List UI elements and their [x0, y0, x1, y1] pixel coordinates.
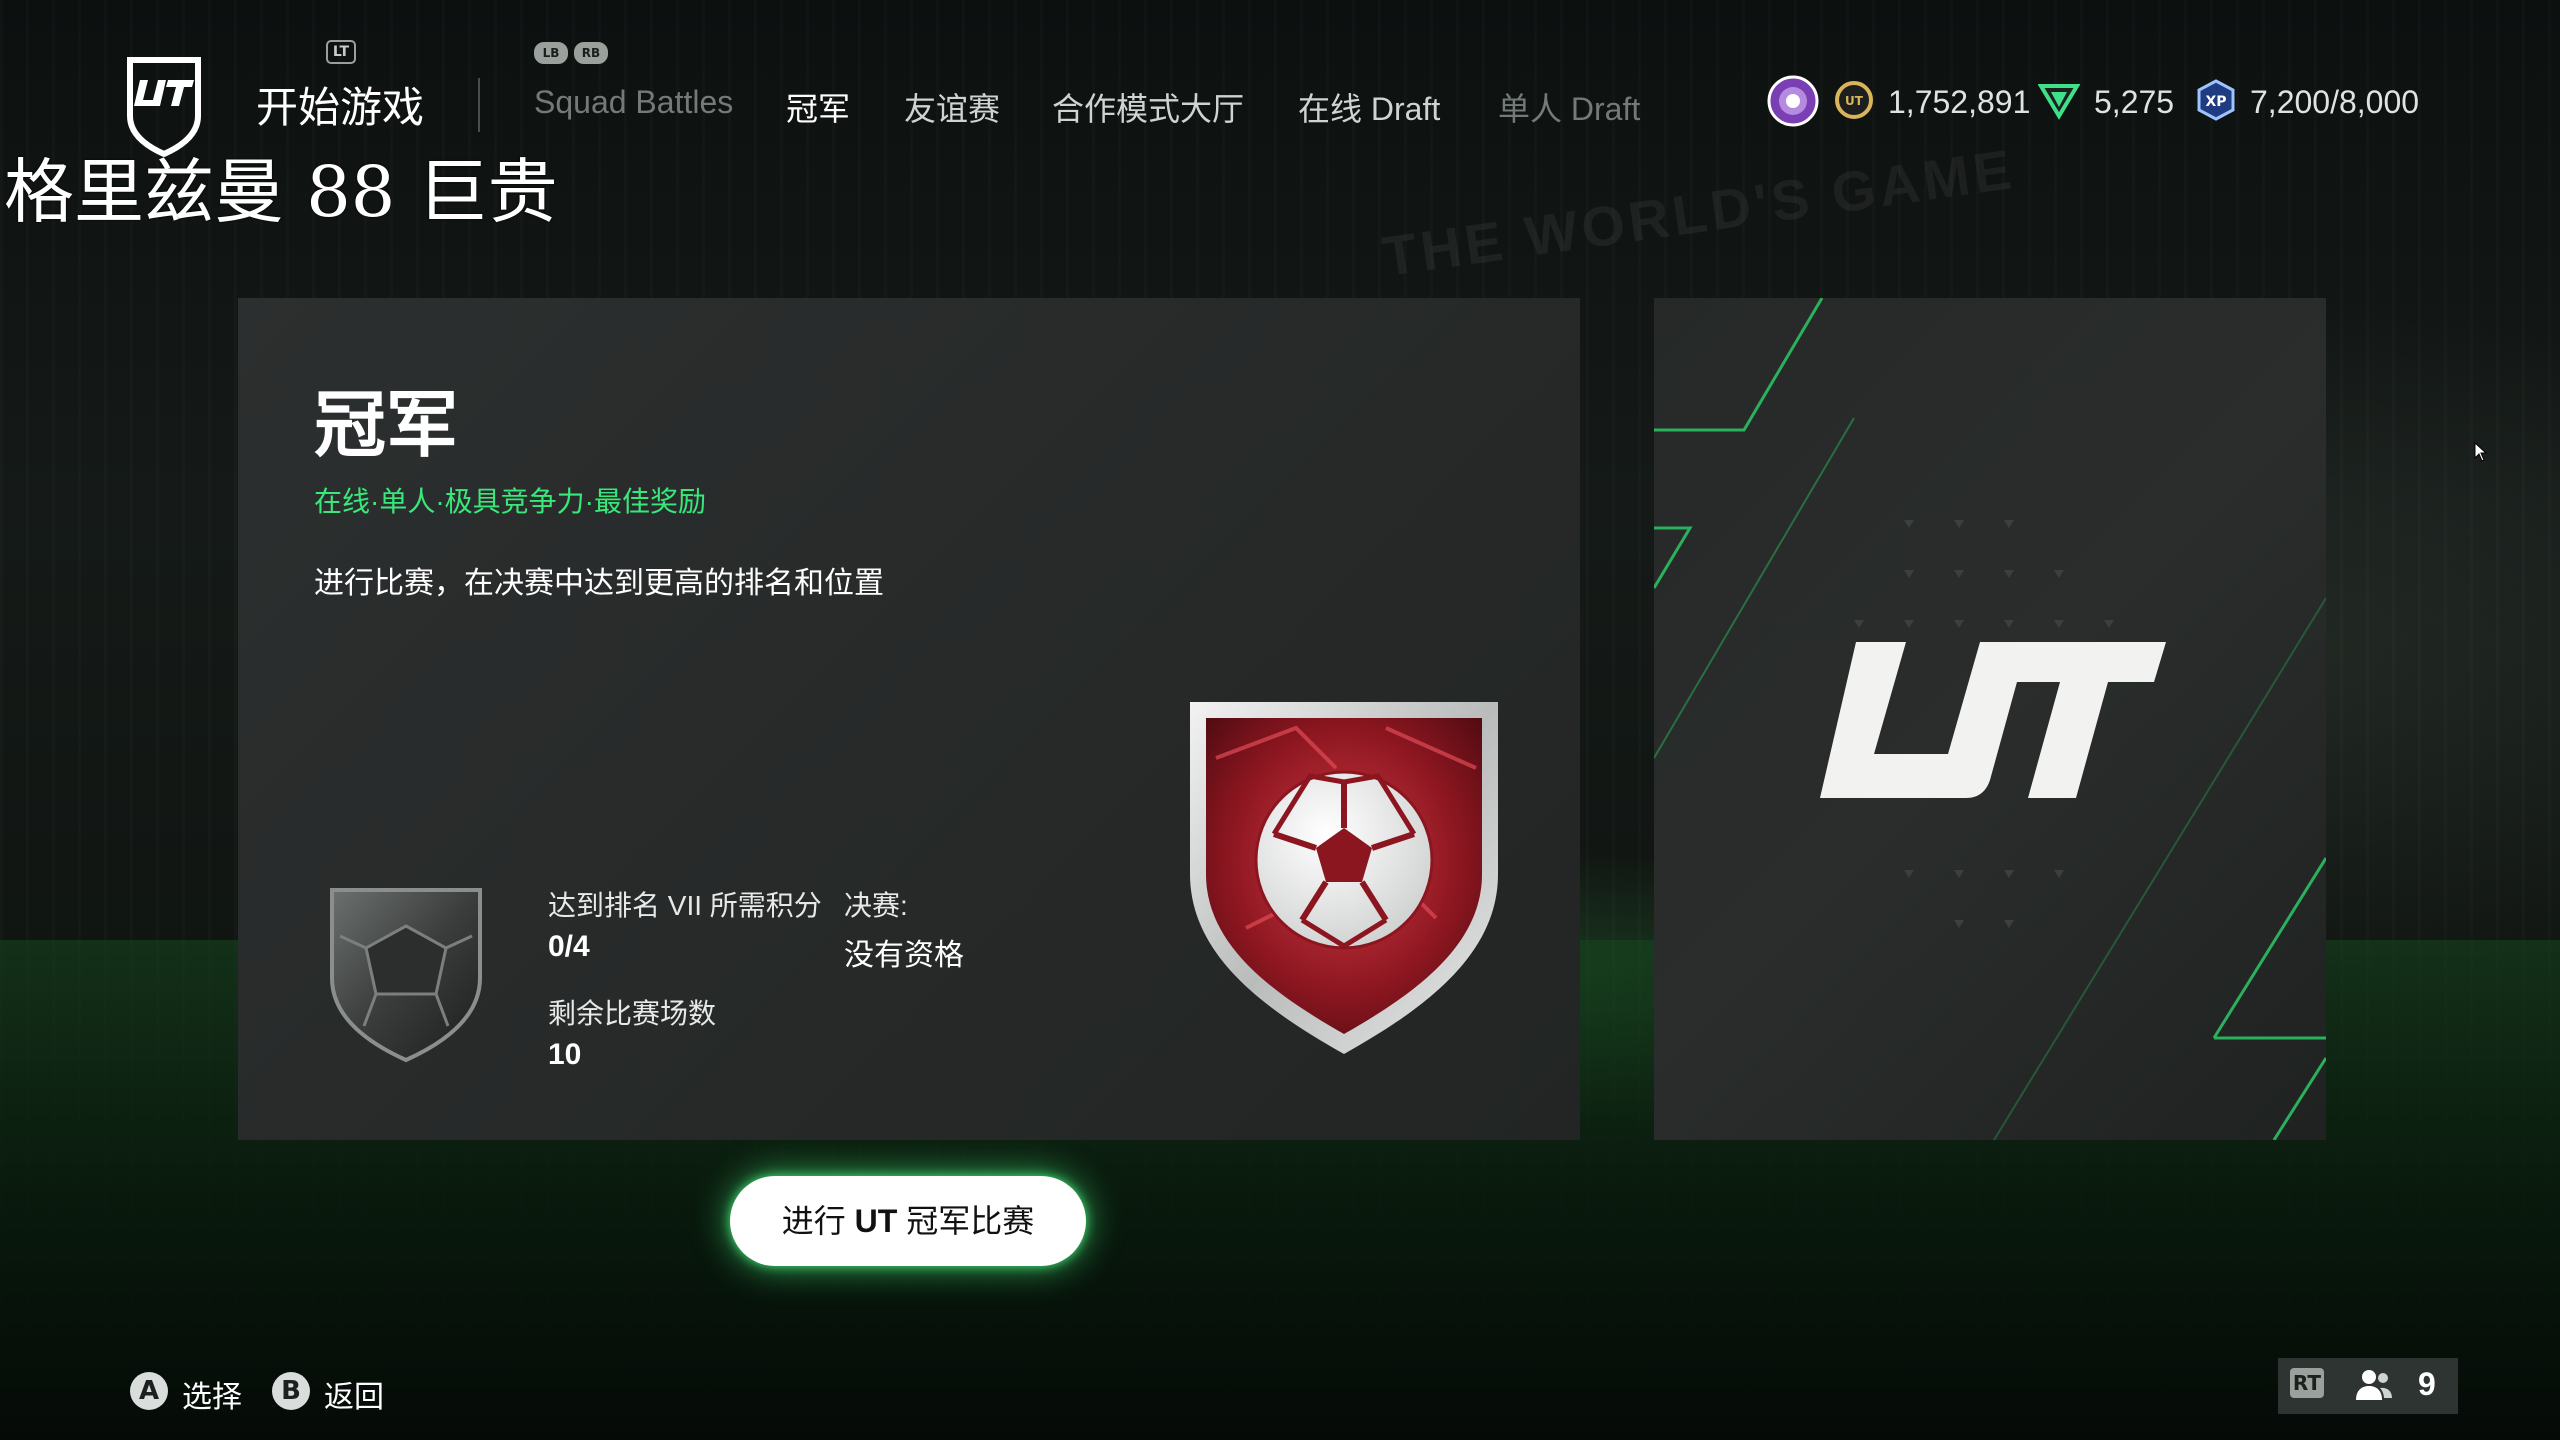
season-badge-icon [1767, 75, 1819, 127]
party-icon [2356, 1370, 2392, 1400]
tab-online-draft[interactable]: 在线 Draft [1298, 84, 1440, 130]
tab-champions[interactable]: 冠军 [786, 84, 850, 130]
tab-friendlies[interactable]: 友谊赛 [904, 84, 1000, 130]
overlay-caption: 格里兹曼 88 巨贵 [4, 151, 558, 233]
rb-button-hint: RB [574, 42, 608, 64]
card-tags: 在线·单人·极具竞争力·最佳奖励 [314, 486, 706, 517]
card-description: 进行比赛，在决赛中达到更高的排名和位置 [314, 567, 884, 600]
select-label: 选择 [182, 1381, 242, 1414]
play-champions-button[interactable]: 进行 UT 冠军比赛 [730, 1176, 1086, 1266]
top-navigation: LT 开始游戏 LB RB Squad Battles 冠军 友谊赛 合作模式大… [0, 0, 2560, 158]
lt-button-hint: LT [326, 40, 356, 64]
tab-squad-battles[interactable]: Squad Battles [534, 84, 733, 121]
cursor-icon [2474, 442, 2488, 462]
party-count: 9 [2418, 1366, 2436, 1402]
play-button-prefix: 进行 [781, 1203, 855, 1239]
tab-single-draft[interactable]: 单人 Draft [1498, 84, 1640, 130]
finals-label: 决赛: [844, 890, 908, 921]
rank-points-value: 0/4 [548, 930, 590, 963]
svg-text:XP: XP [2205, 94, 2226, 110]
points-value: 5,275 [2094, 84, 2175, 120]
xp-value: 7,200/8,000 [2250, 84, 2420, 120]
play-button-suffix: 冠军比赛 [897, 1203, 1035, 1239]
xp-icon: XP [2197, 79, 2235, 121]
ut-wordmark-icon [1820, 642, 2166, 798]
matches-left-label: 剩余比赛场数 [548, 998, 717, 1029]
matches-left-value: 10 [548, 1038, 582, 1071]
points-icon [2038, 84, 2080, 120]
finals-value: 没有资格 [844, 939, 964, 972]
card-title: 冠军 [314, 386, 459, 466]
party-indicator[interactable]: RT 9 [2278, 1358, 2458, 1414]
nav-divider [478, 78, 480, 132]
coin-icon: UT [1835, 81, 1873, 119]
back-label: 返回 [324, 1381, 384, 1414]
champions-trophy-icon [1190, 702, 1498, 1054]
a-button-icon: A [130, 1372, 168, 1410]
svg-text:UT: UT [1845, 94, 1864, 108]
rt-button-hint: RT [2290, 1368, 2324, 1398]
play-button-ut: UT [854, 1203, 898, 1239]
rank-shield-icon [330, 888, 482, 1063]
lb-button-hint: LB [534, 42, 568, 64]
coins-value: 1,752,891 [1888, 84, 2031, 120]
start-game-label[interactable]: 开始游戏 [256, 74, 424, 135]
fut-champions-screen: THE WORLD'S GAME LT 开始游戏 LB RB Squad Bat… [0, 0, 2560, 1440]
tab-co-op-lobby[interactable]: 合作模式大厅 [1052, 84, 1244, 130]
b-button-icon: B [272, 1372, 310, 1410]
rank-points-label: 达到排名 VII 所需积分 [548, 890, 822, 921]
